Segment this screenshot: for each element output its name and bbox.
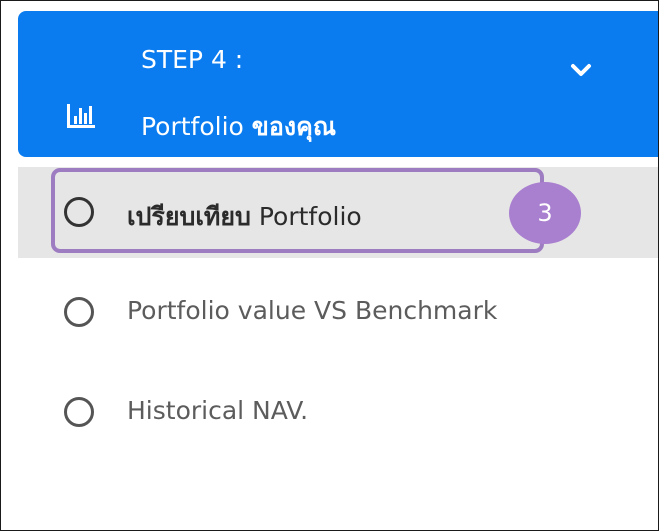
step-title-latin: Portfolio [141, 112, 252, 141]
radio-button-historical-nav[interactable] [64, 397, 94, 427]
radio-button-portfolio-vs-benchmark[interactable] [64, 297, 94, 327]
step-header[interactable]: STEP 4 : Portfolio ของคุณ [18, 11, 658, 157]
app-frame: STEP 4 : Portfolio ของคุณ เปรียบเทียบ Po… [0, 0, 659, 531]
menu-item-portfolio-vs-benchmark[interactable]: Portfolio value VS Benchmark [1, 286, 658, 336]
menu-item-label: Historical NAV. [127, 396, 309, 425]
chevron-down-icon[interactable] [570, 63, 592, 79]
annotation-step-badge: 3 [509, 182, 581, 244]
menu-item-label: Portfolio value VS Benchmark [127, 296, 498, 325]
step-label: STEP 4 : [141, 45, 244, 74]
annotation-highlight-box [51, 168, 544, 253]
step-title: Portfolio ของคุณ [141, 107, 336, 147]
menu-item-historical-nav[interactable]: Historical NAV. [1, 386, 658, 436]
step-title-thai: ของคุณ [251, 112, 337, 141]
bar-chart-icon [67, 104, 95, 128]
